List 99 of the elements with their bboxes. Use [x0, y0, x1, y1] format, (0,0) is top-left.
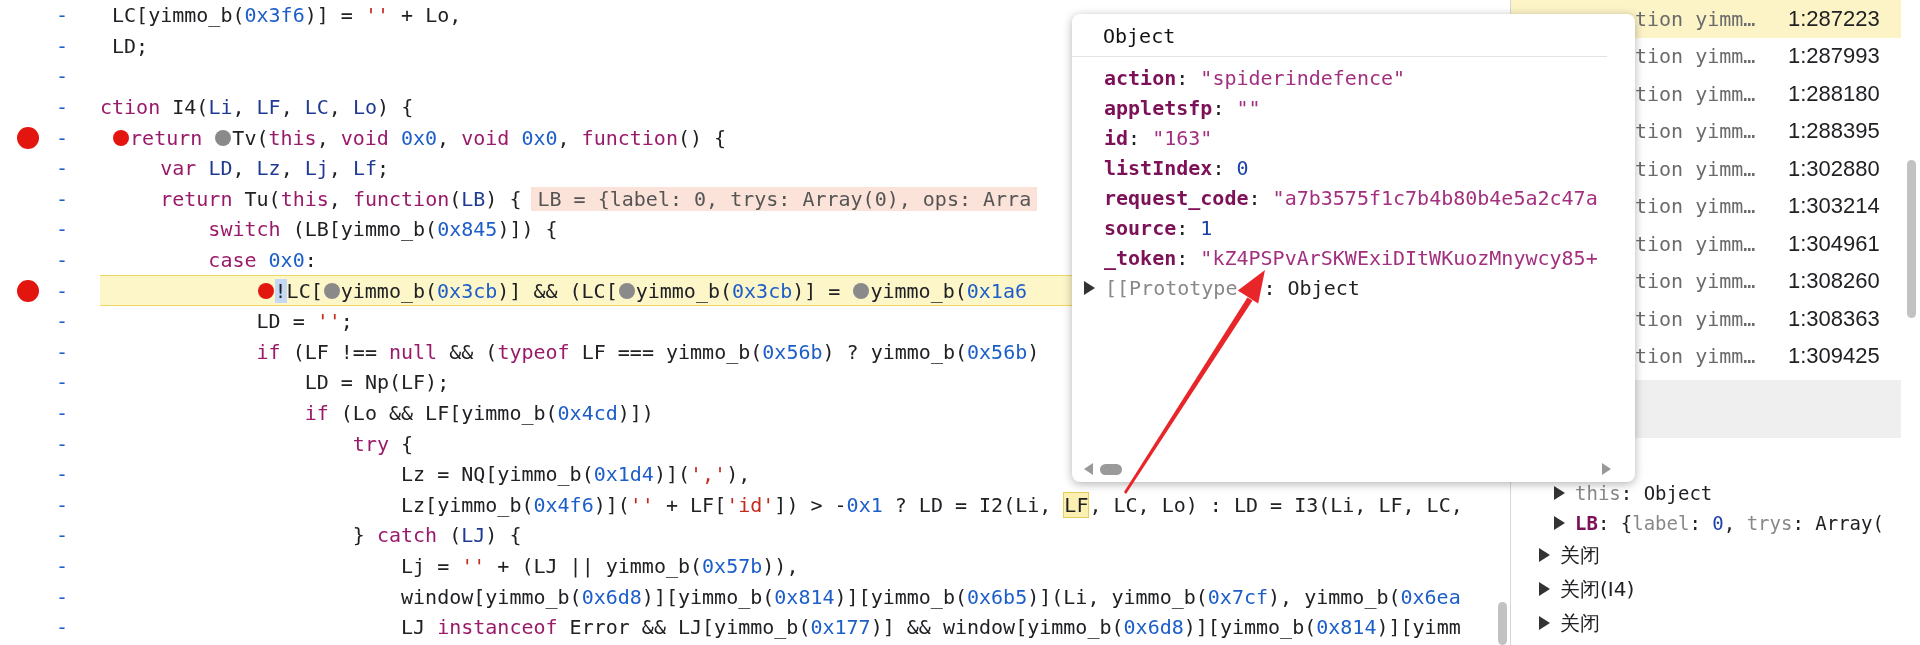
- code-text: } catch (LJ) {: [351, 523, 522, 548]
- line-marker: -: [56, 339, 69, 364]
- code-text: ction I4(Li, LF, LC, Lo) {: [100, 95, 414, 120]
- highlighted-token: LF: [1063, 491, 1090, 518]
- code-text: LJ instanceof Error && LJ[yimmo_b(0x177)] && window[yimmo_b(0x6d8)][yimmo_b(0x814)][yimm: [400, 615, 1461, 640]
- inline-breakpoint-icon[interactable]: [215, 129, 232, 146]
- line-marker: -: [56, 615, 69, 640]
- frame-name[interactable]: tion yimm…: [1635, 269, 1788, 294]
- frame-location[interactable]: 1:308260: [1788, 268, 1880, 295]
- scrollbar-thumb[interactable]: [1498, 602, 1507, 645]
- code-text: if (LF !== null && (typeof LF === yimmo_b(0x56b) ? yimmo_b(0x56b): [255, 339, 1040, 364]
- breakpoint-icon[interactable]: [113, 129, 130, 146]
- frame-location[interactable]: 1:308363: [1788, 305, 1880, 332]
- code-text: case 0x0:: [207, 248, 317, 273]
- scrollbar-thumb[interactable]: [1100, 463, 1122, 475]
- line-marker: -: [56, 156, 69, 181]
- line-marker: -: [56, 125, 69, 150]
- code-text: var LD, Lz, Lj, Lf;: [159, 156, 390, 181]
- line-marker: -: [56, 401, 69, 425]
- object-property: action: "spiderindefence": [1103, 65, 1407, 92]
- frame-name[interactable]: tion yimm…: [1635, 306, 1788, 331]
- inline-breakpoint-icon[interactable]: [618, 282, 635, 299]
- line-marker: -: [56, 95, 69, 120]
- line-marker: -: [56, 370, 69, 395]
- code-text: LD = Np(LF);: [303, 370, 450, 395]
- code-text: LD = '';: [255, 309, 353, 334]
- line-marker: -: [56, 278, 69, 303]
- inline-breakpoint-icon[interactable]: [853, 282, 870, 299]
- line-marker: -: [56, 186, 69, 211]
- object-property: listIndex: 0: [1103, 155, 1250, 182]
- code-text: LC[yimmo_b(0x3f6)] = '' + Lo,: [111, 3, 462, 28]
- object-property: appletsfp: "": [1103, 95, 1262, 122]
- code-text: yimmo_b(0x3cb)] =: [635, 278, 842, 303]
- line-marker: -: [56, 554, 69, 578]
- frame-name[interactable]: tion yimm…: [1635, 81, 1788, 106]
- frame-name[interactable]: tion yimm…: [1635, 156, 1788, 181]
- code-text: !LC[: [274, 278, 323, 303]
- frame-location[interactable]: 1:303214: [1788, 193, 1880, 220]
- expand-arrow-icon[interactable]: [1539, 548, 1550, 562]
- frame-name[interactable]: tion yimm…: [1635, 119, 1788, 144]
- frame-name[interactable]: tion yimm…: [1635, 44, 1788, 69]
- line-marker: -: [56, 431, 69, 456]
- line-marker: -: [56, 217, 69, 242]
- code-text: yimmo_b(0x3cb)] && (LC[: [340, 278, 618, 303]
- frame-location[interactable]: 1:288180: [1788, 80, 1880, 107]
- line-marker: -: [56, 492, 69, 517]
- line-marker: -: [56, 64, 69, 89]
- frame-name[interactable]: tion yimm…: [1635, 6, 1788, 31]
- code-text: Lj = '' + (LJ || yimmo_b(0x57b)),: [400, 554, 799, 578]
- expand-arrow-icon[interactable]: [1539, 616, 1550, 630]
- inline-value: LB = {label: 0, trys: Array(0), ops: Arra: [531, 186, 1038, 211]
- popup-title: Object: [1072, 14, 1607, 57]
- frame-name[interactable]: tion yimm…: [1635, 344, 1788, 369]
- frame-location[interactable]: 1:288395: [1788, 118, 1880, 145]
- line-marker: -: [56, 309, 69, 334]
- frame-location[interactable]: 1:309425: [1788, 343, 1880, 370]
- code-text: if (Lo && LF[yimmo_b(0x4cd)]): [303, 401, 654, 425]
- breakpoint-icon[interactable]: [17, 126, 39, 149]
- line-marker: -: [56, 248, 69, 273]
- code-text: window[yimmo_b(0x6d8)][yimmo_b(0x814)][yimmo_b(0x6b5)](Li, yimmo_b(0x7cf), yimmo_b(0x6ea: [400, 584, 1461, 609]
- frame-name[interactable]: tion yimm…: [1635, 231, 1788, 256]
- code-text: Tv(this, void 0x0, void 0x0, function() {: [232, 125, 727, 150]
- closure-label[interactable]: 关闭(I4): [1560, 575, 1635, 603]
- code-text: LD;: [111, 33, 149, 58]
- frame-name[interactable]: tion yimm…: [1635, 194, 1788, 219]
- object-property[interactable]: [[Prototype : Object: [1105, 276, 1360, 300]
- frame-location[interactable]: 1:287993: [1788, 43, 1880, 70]
- line-marker: -: [56, 33, 69, 58]
- line-marker: -: [56, 584, 69, 609]
- closure-label[interactable]: 关闭: [1560, 609, 1600, 637]
- scroll-right-icon[interactable]: [1602, 463, 1611, 475]
- expand-arrow-icon[interactable]: [1084, 281, 1095, 295]
- code-text: return Tu(this, function(LB) {: [159, 186, 522, 211]
- frame-location[interactable]: 1:304961: [1788, 230, 1880, 257]
- code-text: Lz = NQ[yimmo_b(0x1d4)](','),: [400, 462, 751, 487]
- line-marker: -: [56, 523, 69, 548]
- scope-entry[interactable]: LB: {label: 0, trys: Array(: [1575, 512, 1884, 534]
- code-text: Lz[yimmo_b(0x4f6)]('' + LF['id']) > -0x1 ? LD = I2(Li,: [400, 492, 1053, 517]
- closure-label[interactable]: 关闭: [1560, 541, 1600, 569]
- scope-entry[interactable]: this: Object: [1575, 482, 1713, 504]
- object-property: id: "163": [1103, 125, 1214, 152]
- frame-location[interactable]: 1:287223: [1788, 5, 1880, 32]
- object-property: request_code: "a7b3575f1c7b4b80b4e5a2c47a: [1103, 185, 1599, 212]
- code-text: , LC, Lo) : LD = I3(Li, LF, LC,: [1089, 492, 1463, 517]
- scrollbar-thumb[interactable]: [1907, 160, 1916, 318]
- object-property: _token: "kZ4PSPvArSKWExiDItWKuozMnywcy85+: [1103, 245, 1599, 272]
- breakpoint-icon[interactable]: [257, 282, 274, 299]
- code-text: return: [130, 125, 204, 150]
- expand-arrow-icon[interactable]: [1539, 582, 1550, 596]
- frame-location[interactable]: 1:302880: [1788, 155, 1880, 182]
- breakpoint-icon[interactable]: [17, 279, 39, 302]
- code-text: yimmo_b(0x1a6: [870, 278, 1027, 303]
- expand-arrow-icon[interactable]: [1554, 516, 1565, 530]
- code-text: try {: [351, 431, 414, 456]
- object-property: source: 1: [1103, 215, 1214, 242]
- line-marker: -: [56, 3, 69, 28]
- line-marker: -: [56, 462, 69, 487]
- inline-breakpoint-icon[interactable]: [323, 282, 340, 299]
- code-text: switch (LB[yimmo_b(0x845)]) {: [207, 217, 558, 242]
